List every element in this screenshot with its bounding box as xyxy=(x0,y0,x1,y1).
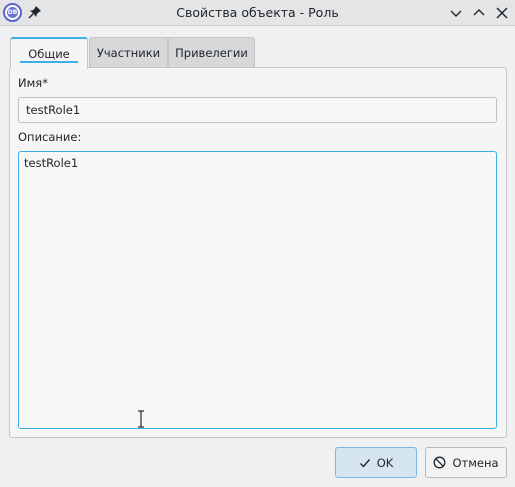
minimize-icon[interactable] xyxy=(447,4,465,22)
tab-general-label: Общие xyxy=(28,47,70,61)
cancel-button[interactable]: Отмена xyxy=(425,447,507,478)
description-textarea[interactable]: testRole1 xyxy=(18,151,497,429)
close-icon[interactable] xyxy=(493,4,511,22)
name-label: Имя* xyxy=(18,76,48,90)
name-field[interactable]: testRole1 xyxy=(18,97,497,123)
maximize-icon[interactable] xyxy=(470,4,488,22)
tab-privileges[interactable]: Привелегии xyxy=(168,37,255,68)
cancel-icon xyxy=(434,456,446,469)
title-bar: DB Свойства объекта - Роль xyxy=(0,0,515,26)
description-text: testRole1 xyxy=(24,156,79,170)
cancel-button-label: Отмена xyxy=(452,455,499,470)
checkmark-icon xyxy=(359,458,370,468)
ok-button-label: OK xyxy=(376,455,394,470)
description-label: Описание: xyxy=(18,130,82,144)
tab-general[interactable]: Общие xyxy=(10,37,88,69)
ok-button[interactable]: OK xyxy=(335,447,417,478)
tab-members-label: Участники xyxy=(96,46,161,60)
tab-privileges-label: Привелегии xyxy=(175,46,248,60)
text-cursor-icon xyxy=(138,410,144,428)
tab-active-indicator xyxy=(20,61,78,63)
window-title: Свойства объекта - Роль xyxy=(176,5,339,20)
tab-members[interactable]: Участники xyxy=(89,37,168,68)
